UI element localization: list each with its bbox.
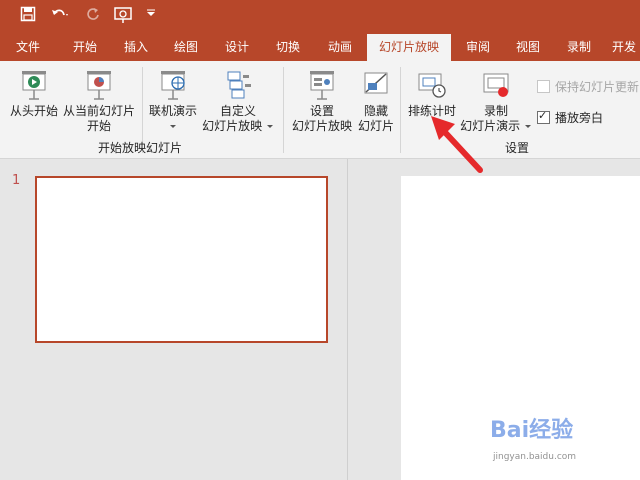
annotation-arrow-icon [431, 116, 483, 173]
watermark-url: jingyan.baidu.com [493, 452, 577, 462]
record-icon [483, 73, 509, 97]
checkbox-box [537, 80, 550, 93]
tab-animations[interactable]: 动画 [318, 34, 362, 61]
chevron-down-icon [170, 125, 176, 128]
custom-show-icon [227, 71, 251, 99]
tab-view[interactable]: 视图 [506, 34, 550, 61]
custom-show-label-2: 幻灯片放映 [202, 119, 263, 133]
save-icon[interactable] [20, 6, 36, 27]
from-beginning-label: 从头开始 [9, 104, 58, 118]
set-up-label-1: 设置 [309, 104, 334, 118]
from-beginning-button[interactable]: 从头开始 [6, 69, 62, 119]
title-bar [0, 0, 640, 34]
play-narrations-label: 播放旁白 [555, 111, 604, 125]
present-online-button[interactable]: 联机演示 [146, 69, 200, 134]
present-online-label: 联机演示 [148, 104, 197, 118]
redo-icon[interactable] [86, 6, 100, 27]
ribbon-tabs: 文件 开始 插入 绘图 设计 切换 动画 幻灯片放映 审阅 视图 录制 开发 [0, 34, 640, 61]
setup-group-label: 设置 [505, 141, 530, 155]
set-up-label-2: 幻灯片放映 [291, 119, 352, 133]
undo-icon[interactable] [50, 6, 70, 27]
custom-slide-show-button[interactable]: 自定义 幻灯片放映 [202, 69, 274, 134]
globe-projector-icon [161, 71, 185, 100]
from-current-label-1: 从当前幻灯片 [62, 104, 135, 118]
custom-show-label-1: 自定义 [219, 104, 256, 118]
chevron-down-icon [266, 125, 273, 128]
hide-slide-button[interactable]: 隐藏 幻灯片 [356, 69, 396, 134]
checkbox-box [537, 109, 550, 124]
start-slide-show-group-label: 开始放映幻灯片 [98, 141, 183, 155]
tab-record[interactable]: 录制 [557, 34, 601, 61]
ribbon: 从头开始 从当前幻灯片 开始 联机演示 自定义 幻灯片放映 开始放映幻灯片 设置… [0, 61, 640, 159]
timer-icon [418, 73, 446, 98]
projector-current-icon [87, 71, 111, 100]
tab-developer[interactable]: 开发 [612, 34, 640, 61]
customize-qat-icon[interactable] [146, 6, 156, 26]
watermark-logo: Bai经验 [490, 418, 574, 443]
tab-transitions[interactable]: 切换 [266, 34, 310, 61]
present-from-start-icon[interactable] [114, 6, 132, 29]
tab-design[interactable]: 设计 [215, 34, 259, 61]
tab-draw[interactable]: 绘图 [164, 34, 208, 61]
setup-show-icon [310, 71, 334, 100]
hide-slide-label-1: 隐藏 [363, 104, 388, 118]
tab-slide-show[interactable]: 幻灯片放映 [367, 34, 451, 61]
set-up-slide-show-button[interactable]: 设置 幻灯片放映 [290, 69, 354, 134]
play-narrations-checkbox[interactable]: 播放旁白 [537, 109, 603, 126]
projector-play-icon [22, 71, 46, 100]
keep-updated-label: 保持幻灯片更新 [555, 80, 640, 94]
slide-thumbnail[interactable] [35, 176, 328, 343]
tab-file[interactable]: 文件 [6, 34, 50, 61]
tab-insert[interactable]: 插入 [114, 34, 158, 61]
divider [400, 67, 401, 153]
keep-slides-updated-checkbox[interactable]: 保持幻灯片更新 [537, 78, 639, 95]
hide-slide-icon [364, 72, 388, 94]
group-divider [283, 67, 284, 153]
from-current-label-2: 开始 [86, 119, 111, 133]
chevron-down-icon [524, 125, 531, 128]
slide-number: 1 [12, 173, 21, 188]
tab-review[interactable]: 审阅 [456, 34, 500, 61]
hide-slide-label-2: 幻灯片 [357, 119, 394, 133]
tab-home[interactable]: 开始 [63, 34, 107, 61]
from-current-slide-button[interactable]: 从当前幻灯片 开始 [62, 69, 136, 134]
